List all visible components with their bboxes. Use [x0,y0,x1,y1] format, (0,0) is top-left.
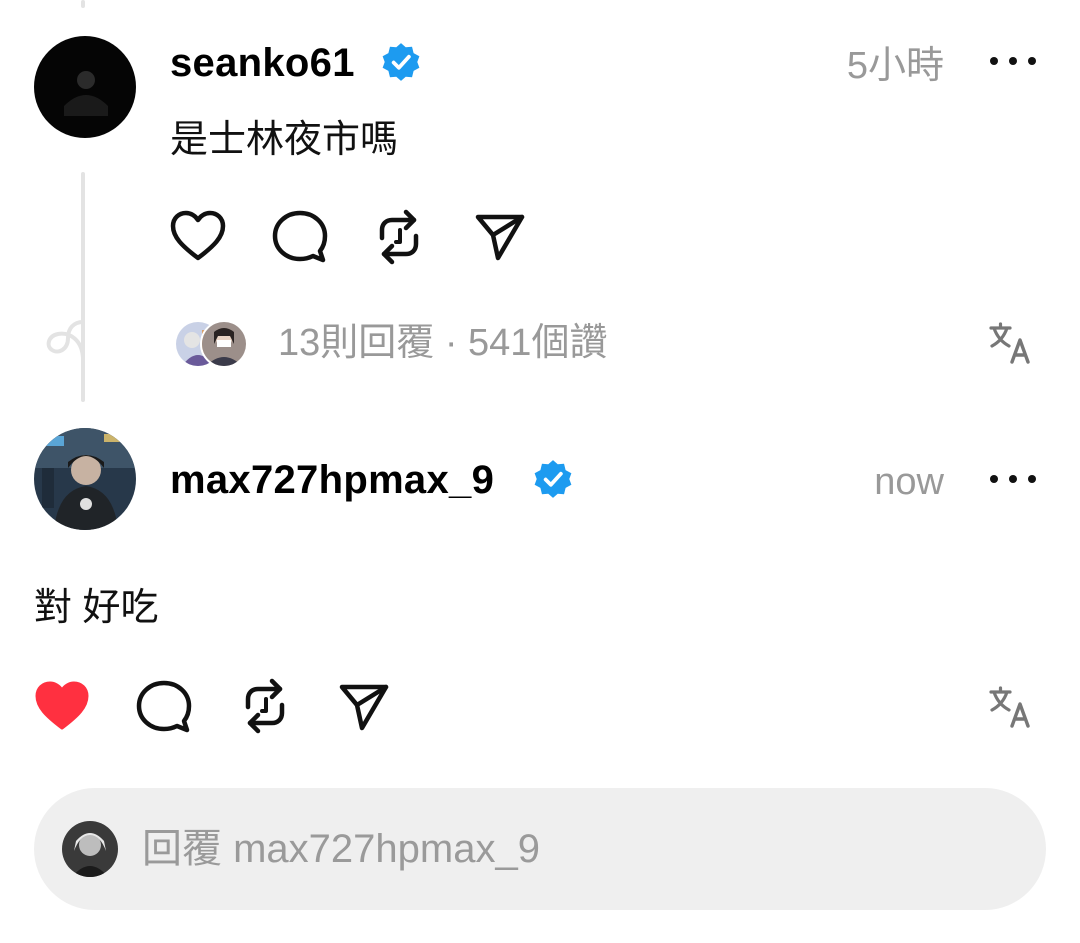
post2-translate-icon[interactable] [988,686,1032,730]
reply-placeholder: 回覆 max727hpmax_9 [142,827,540,871]
thread-connector [81,172,85,402]
post1-username[interactable]: seanko61 [170,39,355,87]
post2-more-dots-icon[interactable] [990,472,1036,486]
post1-comment-bubble-icon[interactable] [272,210,328,264]
replier-avatars [172,320,248,368]
current-user-avatar [62,821,118,877]
post1-stats[interactable]: 13則回覆 · 541個讚 [278,319,607,367]
avatar-seanko61[interactable] [34,36,136,138]
reply-input[interactable]: 回覆 max727hpmax_9 [34,788,1046,910]
post2-username[interactable]: max727hpmax_9 [170,456,494,504]
post1-more-dots-icon[interactable] [990,54,1036,68]
thread-view: seanko61 5小時 是士林夜市嗎 13則回覆 · 541個讚 max727… [0,0,1080,943]
post1-text: 是士林夜市嗎 [170,119,399,161]
avatar-max727hpmax_9[interactable] [34,428,136,530]
post1-timestamp: 5小時 [846,45,944,87]
post1-replies-summary[interactable]: 13則回覆 · 541個讚 [172,318,607,368]
post1-heart-icon[interactable] [170,210,226,262]
post2-heart-filled-icon[interactable] [34,680,90,732]
verified-badge-icon [534,460,572,498]
post2-text: 對 好吃 [34,587,159,629]
post2-timestamp: now [874,461,944,503]
post2-comment-bubble-icon[interactable] [136,680,192,734]
thread-connector-top [81,0,85,8]
post2-send-icon[interactable] [338,682,390,732]
post1-send-icon[interactable] [474,212,526,262]
post1-repost-icon[interactable] [374,208,424,266]
thread-loop-icon [46,320,85,360]
post2-repost-icon[interactable] [240,677,290,735]
verified-badge-icon [382,43,420,81]
replier-avatar [200,320,248,368]
post1-translate-icon[interactable] [988,322,1032,366]
